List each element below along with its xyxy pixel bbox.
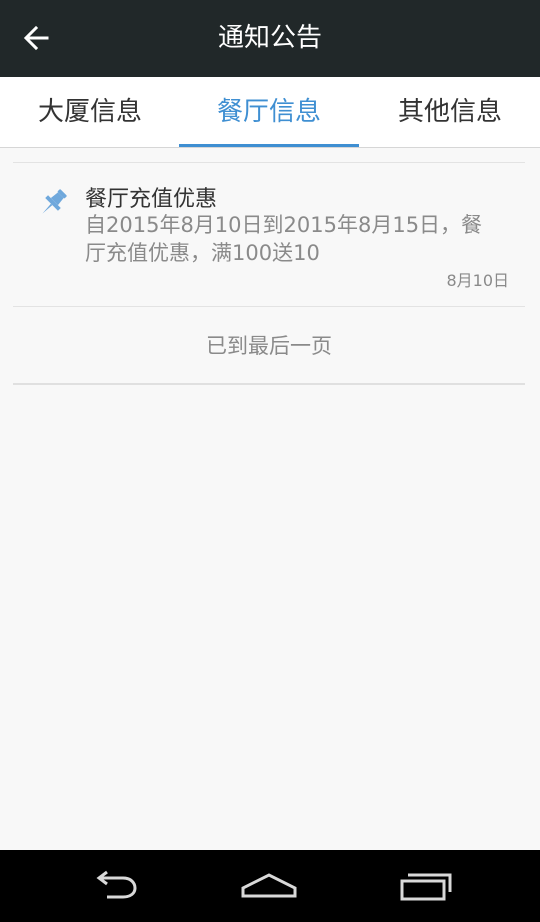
notice-date: 8月10日 — [446, 271, 509, 290]
tab-other-info[interactable]: 其他信息 — [360, 77, 540, 147]
notice-list: 餐厅充值优惠 自2015年8月10日到2015年8月15日，餐厅充值优惠，满10… — [13, 162, 525, 385]
tab-active-indicator — [179, 144, 359, 147]
arrow-left-icon — [23, 25, 49, 51]
screen: 通知公告 大厦信息 餐厅信息 其他信息 餐厅充值优惠 自2015年8月10日到2… — [0, 0, 540, 922]
back-button[interactable] — [14, 18, 58, 58]
tab-restaurant-info[interactable]: 餐厅信息 — [179, 77, 359, 147]
system-nav-bar — [0, 850, 540, 922]
tab-building-info[interactable]: 大厦信息 — [0, 77, 180, 147]
notice-body: 自2015年8月10日到2015年8月15日，餐厅充值优惠，满100送10 — [85, 213, 483, 265]
nav-recents-icon — [400, 873, 452, 901]
system-home-button[interactable] — [229, 864, 309, 908]
pushpin-icon — [42, 189, 67, 214]
system-recents-button[interactable] — [386, 864, 466, 908]
nav-home-icon — [241, 873, 297, 898]
notice-title: 餐厅充值优惠 — [85, 187, 218, 212]
tab-bar: 大厦信息 餐厅信息 其他信息 — [0, 77, 540, 148]
nav-back-icon — [96, 870, 137, 899]
list-item[interactable]: 餐厅充值优惠 自2015年8月10日到2015年8月15日，餐厅充值优惠，满10… — [13, 163, 525, 307]
system-back-button[interactable] — [73, 864, 153, 908]
app-bar: 通知公告 — [0, 0, 540, 77]
page-title: 通知公告 — [217, 23, 322, 53]
list-end-label: 已到最后一页 — [13, 307, 525, 385]
